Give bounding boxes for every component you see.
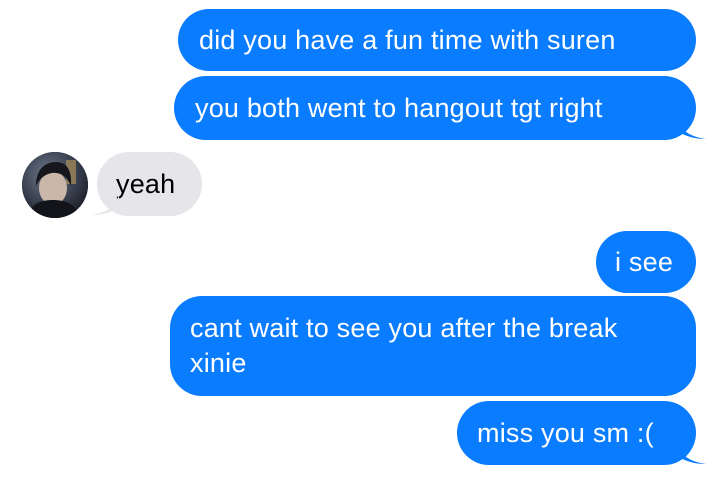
- message-text: you both went to hangout tgt right: [195, 93, 603, 123]
- message-bubble-sent[interactable]: you both went to hangout tgt right: [174, 76, 696, 140]
- message-text: cant wait to see you after the break xin…: [190, 313, 618, 378]
- message-text: i see: [615, 247, 674, 277]
- message-bubble-sent[interactable]: did you have a fun time with suren: [178, 9, 696, 71]
- message-text: yeah: [116, 169, 176, 199]
- message-text: did you have a fun time with suren: [199, 25, 616, 55]
- bubble-tail: [678, 443, 706, 464]
- message-bubble-sent[interactable]: i see: [596, 231, 696, 293]
- message-bubble-sent[interactable]: cant wait to see you after the break xin…: [170, 296, 696, 396]
- contact-avatar[interactable]: [22, 152, 88, 218]
- message-text: miss you sm :(: [477, 418, 654, 448]
- message-bubble-sent[interactable]: miss you sm :(: [457, 401, 696, 465]
- contact-photo: [22, 152, 88, 218]
- bubble-tail: [678, 118, 706, 139]
- bubble-tail: [91, 194, 119, 215]
